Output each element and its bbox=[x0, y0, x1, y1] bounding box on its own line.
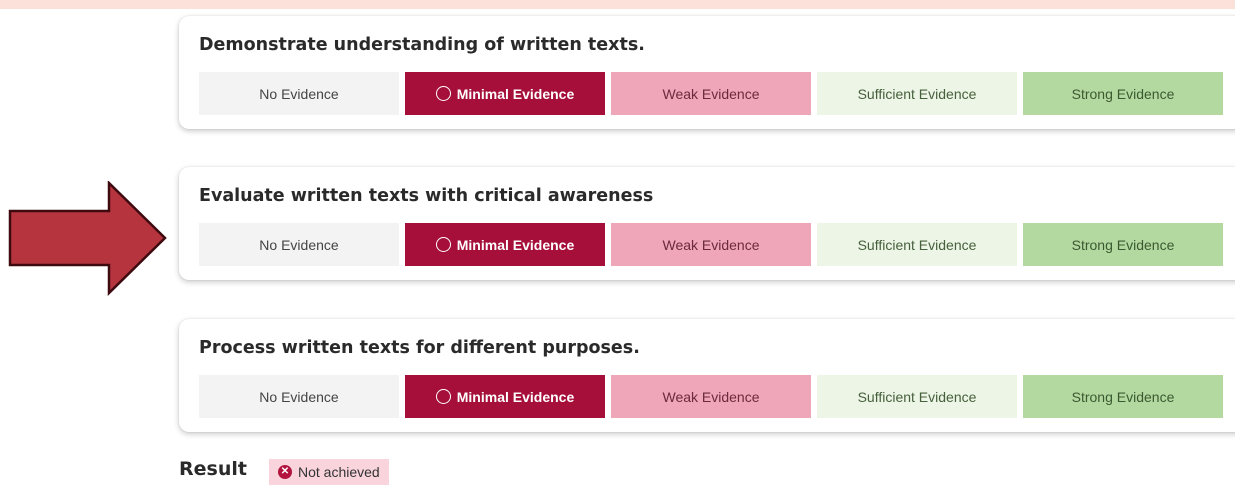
evidence-options: No Evidence Minimal Evidence Weak Eviden… bbox=[199, 223, 1229, 266]
option-no-evidence[interactable]: No Evidence bbox=[199, 375, 399, 418]
option-label: No Evidence bbox=[259, 388, 339, 405]
criterion-title: Evaluate written texts with critical awa… bbox=[199, 186, 654, 206]
option-minimal-evidence-selected[interactable]: Minimal Evidence bbox=[405, 375, 605, 418]
top-banner-strip bbox=[0, 0, 1235, 9]
evidence-options: No Evidence Minimal Evidence Weak Eviden… bbox=[199, 72, 1229, 115]
option-label: Minimal Evidence bbox=[456, 85, 575, 102]
option-label: Minimal Evidence bbox=[456, 236, 575, 253]
option-weak-evidence[interactable]: Weak Evidence bbox=[611, 375, 811, 418]
radio-circle-icon bbox=[435, 86, 451, 101]
option-label: Strong Evidence bbox=[1071, 236, 1175, 253]
radio-circle-icon bbox=[435, 237, 451, 252]
criterion-card-3: Process written texts for different purp… bbox=[179, 319, 1235, 432]
option-label: Strong Evidence bbox=[1071, 388, 1175, 405]
criterion-card-1: Demonstrate understanding of written tex… bbox=[179, 16, 1235, 129]
option-strong-evidence[interactable]: Strong Evidence bbox=[1023, 375, 1223, 418]
result-heading: Result bbox=[179, 458, 247, 480]
option-label: Weak Evidence bbox=[662, 85, 760, 102]
result-status-badge: ✕ Not achieved bbox=[269, 459, 389, 485]
option-sufficient-evidence[interactable]: Sufficient Evidence bbox=[817, 375, 1017, 418]
option-weak-evidence[interactable]: Weak Evidence bbox=[611, 223, 811, 266]
option-strong-evidence[interactable]: Strong Evidence bbox=[1023, 72, 1223, 115]
option-no-evidence[interactable]: No Evidence bbox=[199, 72, 399, 115]
criterion-title: Process written texts for different purp… bbox=[199, 338, 640, 358]
result-status-text: Not achieved bbox=[298, 464, 380, 480]
right-arrow-icon bbox=[8, 181, 167, 296]
criterion-title: Demonstrate understanding of written tex… bbox=[199, 35, 645, 55]
radio-circle-icon bbox=[435, 389, 451, 404]
option-no-evidence[interactable]: No Evidence bbox=[199, 223, 399, 266]
option-minimal-evidence-selected[interactable]: Minimal Evidence bbox=[405, 223, 605, 266]
option-minimal-evidence-selected[interactable]: Minimal Evidence bbox=[405, 72, 605, 115]
option-sufficient-evidence[interactable]: Sufficient Evidence bbox=[817, 72, 1017, 115]
option-label: Strong Evidence bbox=[1071, 85, 1175, 102]
option-label: No Evidence bbox=[259, 85, 339, 102]
option-weak-evidence[interactable]: Weak Evidence bbox=[611, 72, 811, 115]
option-label: Sufficient Evidence bbox=[857, 236, 977, 253]
x-circle-icon: ✕ bbox=[278, 465, 292, 479]
option-sufficient-evidence[interactable]: Sufficient Evidence bbox=[817, 223, 1017, 266]
evidence-options: No Evidence Minimal Evidence Weak Eviden… bbox=[199, 375, 1229, 418]
option-label: Sufficient Evidence bbox=[857, 388, 977, 405]
option-label: Weak Evidence bbox=[662, 388, 760, 405]
option-strong-evidence[interactable]: Strong Evidence bbox=[1023, 223, 1223, 266]
criterion-card-2: Evaluate written texts with critical awa… bbox=[179, 167, 1235, 280]
option-label: Minimal Evidence bbox=[456, 388, 575, 405]
option-label: Sufficient Evidence bbox=[857, 85, 977, 102]
option-label: No Evidence bbox=[259, 236, 339, 253]
option-label: Weak Evidence bbox=[662, 236, 760, 253]
